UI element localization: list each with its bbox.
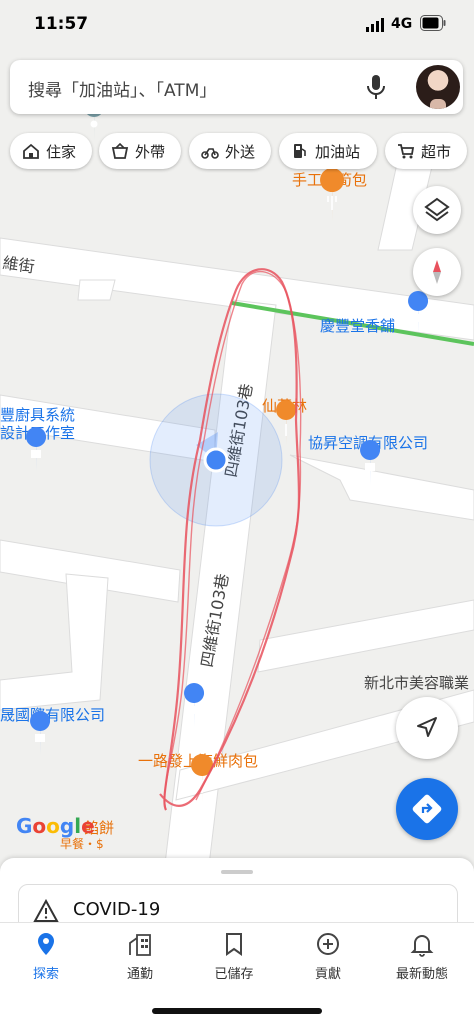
- place-label-breakfast: 早餐・$: [60, 836, 104, 851]
- place-label-qingfeng[interactable]: 慶豐堂香舖: [320, 317, 395, 335]
- sheet-grip-handle[interactable]: [221, 870, 253, 874]
- takeout-icon: [111, 142, 129, 159]
- gas-station-icon: [294, 144, 306, 158]
- cellular-signal-icon: [366, 18, 384, 32]
- chip-label: 外送: [225, 142, 256, 161]
- place-label-kitchen-1[interactable]: 豐廚具系統: [0, 406, 75, 424]
- tab-explore[interactable]: 探索: [1, 931, 91, 982]
- bookmark-icon: [226, 933, 242, 956]
- layers-icon: [424, 197, 450, 222]
- chip-gas-station[interactable]: 加油站: [279, 133, 377, 169]
- tab-label: 已儲存: [214, 967, 254, 982]
- status-network: 4G: [391, 16, 413, 32]
- navigation-arrow-icon: [417, 717, 437, 737]
- warning-icon: [33, 899, 59, 922]
- chip-label: 住家: [46, 142, 77, 161]
- chip-supermarket[interactable]: 超市: [385, 133, 467, 169]
- chip-takeout[interactable]: 外帶: [99, 133, 181, 169]
- current-location-dot: [203, 447, 229, 473]
- chip-home[interactable]: 住家: [10, 133, 92, 169]
- compass-icon: [433, 260, 441, 284]
- tab-contribute[interactable]: 貢獻: [283, 931, 373, 982]
- chip-delivery[interactable]: 外送: [189, 133, 271, 169]
- explore-pin-icon: [38, 933, 54, 955]
- cart-icon: [398, 144, 415, 159]
- category-chips: 住家 外帶 外送 加油站 超市: [0, 133, 474, 171]
- bell-icon: [410, 935, 434, 957]
- home-indicator[interactable]: [152, 1008, 322, 1014]
- tab-updates[interactable]: 最新動態: [377, 931, 467, 982]
- chip-label: 超市: [421, 142, 452, 161]
- delivery-icon: [201, 148, 219, 159]
- tab-label: 貢獻: [314, 967, 341, 982]
- tab-commute[interactable]: 通勤: [95, 931, 185, 982]
- microphone-icon[interactable]: [363, 73, 389, 101]
- tab-label: 通勤: [126, 967, 153, 982]
- place-label-beauty-school[interactable]: 新北市美容職業: [364, 674, 469, 692]
- status-bar: 11:57 4G: [0, 0, 474, 48]
- account-avatar[interactable]: [416, 65, 460, 109]
- compass-button[interactable]: [413, 248, 461, 296]
- my-location-button[interactable]: [396, 697, 458, 759]
- covid-label: COVID-19: [73, 899, 161, 920]
- tab-label: 最新動態: [395, 967, 448, 982]
- contribute-plus-icon: [317, 933, 339, 955]
- directions-button[interactable]: [396, 778, 458, 840]
- search-input[interactable]: 搜尋「加油站」、「ATM」: [28, 76, 216, 101]
- layers-button[interactable]: [413, 186, 461, 234]
- google-logo: Google: [16, 814, 95, 838]
- road-north-stub: [77, 279, 116, 301]
- chip-label: 外帶: [135, 142, 166, 161]
- tab-saved[interactable]: 已儲存: [189, 931, 279, 982]
- place-label-intl-co[interactable]: 晟國際有限公司: [0, 706, 105, 724]
- directions-icon: [412, 794, 442, 824]
- chip-label: 加油站: [315, 142, 361, 161]
- tab-label: 探索: [32, 967, 59, 982]
- search-bar[interactable]: 搜尋「加油站」、「ATM」: [10, 60, 463, 114]
- home-icon: [23, 143, 39, 159]
- battery-icon: [420, 15, 446, 31]
- status-time: 11:57: [34, 14, 89, 34]
- commute-icon: [129, 934, 151, 956]
